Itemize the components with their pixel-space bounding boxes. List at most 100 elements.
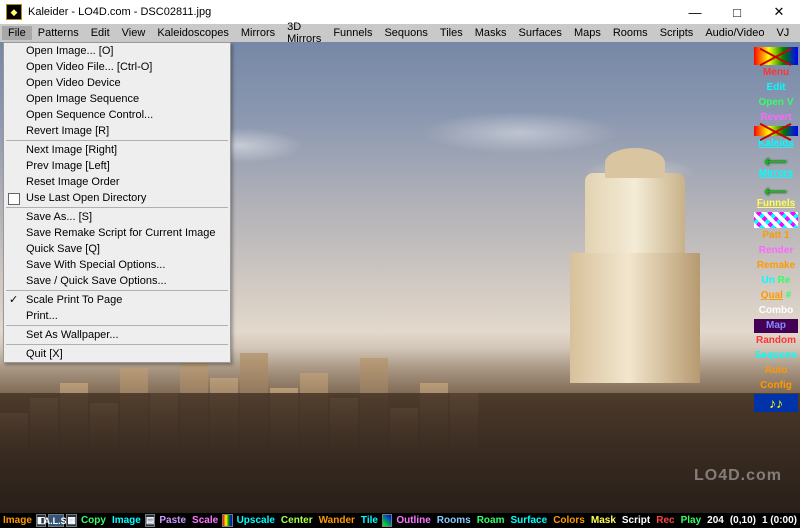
pattern-icon[interactable] bbox=[754, 212, 798, 228]
file-menu-item[interactable]: Next Image [Right] bbox=[4, 142, 230, 158]
watermark: LO4D.com bbox=[694, 467, 782, 485]
menu-separator bbox=[6, 207, 228, 208]
btm-upscale[interactable]: Upscale bbox=[234, 515, 278, 526]
window-title: Kaleider - LO4D.com - DSC02811.jpg bbox=[28, 6, 674, 18]
file-menu-item[interactable]: Open Sequence Control... bbox=[4, 107, 230, 123]
btm-play[interactable]: Play bbox=[678, 515, 705, 526]
menu-kaleidoscopes[interactable]: Kaleidoscopes bbox=[151, 26, 235, 40]
menu-separator bbox=[6, 290, 228, 291]
file-menu-item[interactable]: Use Last Open Directory bbox=[4, 190, 230, 206]
menu-bar: File Patterns Edit View Kaleidoscopes Mi… bbox=[0, 24, 800, 42]
menu-sequons[interactable]: Sequons bbox=[378, 26, 433, 40]
title-bar: Kaleider - LO4D.com - DSC02811.jpg — □ ✕ bbox=[0, 0, 800, 24]
btm-colors[interactable]: Colors bbox=[550, 515, 588, 526]
file-menu-item[interactable]: Save As... [S] bbox=[4, 209, 230, 225]
rbtn-edit[interactable]: Edit bbox=[754, 81, 798, 95]
rbtn-remake[interactable]: Remake bbox=[754, 259, 798, 273]
close-button[interactable]: ✕ bbox=[758, 0, 800, 24]
menu-separator bbox=[6, 344, 228, 345]
btm-surface[interactable]: Surface bbox=[508, 515, 551, 526]
rbtn-config[interactable]: Config bbox=[754, 379, 798, 393]
rbtn-combo[interactable]: Combo bbox=[754, 304, 798, 318]
menu-vj[interactable]: VJ bbox=[770, 26, 795, 40]
menu-funnels[interactable]: Funnels bbox=[327, 26, 378, 40]
menu-scripts[interactable]: Scripts bbox=[654, 26, 700, 40]
als-icon[interactable]: A.L.S. bbox=[48, 514, 64, 527]
btm-coords: (0,10) bbox=[727, 515, 759, 526]
rbtn-patt[interactable]: Patt 1 bbox=[754, 229, 798, 243]
rbtn-un-re[interactable]: Un Re bbox=[754, 274, 798, 288]
file-menu-item[interactable]: Quit [X] bbox=[4, 346, 230, 362]
file-menu-item[interactable]: Scale Print To Page bbox=[4, 292, 230, 308]
menu-file[interactable]: File bbox=[2, 26, 32, 40]
tool-icon[interactable]: ▤ bbox=[145, 514, 156, 527]
rainbow-icon[interactable] bbox=[222, 514, 232, 527]
close-overlay-icon[interactable] bbox=[754, 47, 798, 65]
btm-paste[interactable]: Paste bbox=[156, 515, 189, 526]
file-menu-item[interactable]: Open Image... [O] bbox=[4, 43, 230, 59]
rbtn-open-v[interactable]: Open V bbox=[754, 96, 798, 110]
file-menu-item[interactable]: Open Video File... [Ctrl-O] bbox=[4, 59, 230, 75]
rbtn-qual[interactable]: Qual # bbox=[754, 289, 798, 303]
music-icon[interactable]: ♪♪ bbox=[754, 394, 798, 412]
bottom-toolbar: Image ◧ A.L.S. ▦ Copy Image ▤ Paste Scal… bbox=[0, 513, 800, 528]
file-menu-item[interactable]: Prev Image [Left] bbox=[4, 158, 230, 174]
rbtn-menu[interactable]: Menu bbox=[754, 66, 798, 80]
file-menu-item[interactable]: Open Video Device bbox=[4, 75, 230, 91]
rbtn-render[interactable]: Render bbox=[754, 244, 798, 258]
btm-tile[interactable]: Tile bbox=[358, 515, 381, 526]
arrow-left-icon[interactable]: ⟵ bbox=[754, 182, 798, 196]
file-menu-item[interactable]: Set As Wallpaper... bbox=[4, 327, 230, 343]
menu-audio-video[interactable]: Audio/Video bbox=[699, 26, 770, 40]
btm-mask[interactable]: Mask bbox=[588, 515, 619, 526]
btm-counter: 204 bbox=[704, 515, 727, 526]
menu-rooms[interactable]: Rooms bbox=[607, 26, 654, 40]
btm-rec[interactable]: Rec bbox=[653, 515, 677, 526]
menu-patterns[interactable]: Patterns bbox=[32, 26, 85, 40]
rbtn-random[interactable]: Random bbox=[754, 334, 798, 348]
btm-roam[interactable]: Roam bbox=[474, 515, 508, 526]
menu-maps[interactable]: Maps bbox=[568, 26, 607, 40]
menu-mirrors[interactable]: Mirrors bbox=[235, 26, 281, 40]
file-menu-item[interactable]: Open Image Sequence bbox=[4, 91, 230, 107]
btm-outline[interactable]: Outline bbox=[393, 515, 433, 526]
file-menu-dropdown: Open Image... [O]Open Video File... [Ctr… bbox=[3, 42, 231, 363]
menu-surfaces[interactable]: Surfaces bbox=[513, 26, 568, 40]
app-icon bbox=[6, 4, 22, 20]
file-menu-item[interactable]: Print... bbox=[4, 308, 230, 324]
rbtn-sequons[interactable]: Sequons bbox=[754, 349, 798, 363]
menu-masks[interactable]: Masks bbox=[469, 26, 513, 40]
menu-tiles[interactable]: Tiles bbox=[434, 26, 469, 40]
file-menu-item[interactable]: Reset Image Order bbox=[4, 174, 230, 190]
menu-separator bbox=[6, 325, 228, 326]
btm-rooms[interactable]: Rooms bbox=[434, 515, 474, 526]
file-menu-item[interactable]: Save With Special Options... bbox=[4, 257, 230, 273]
rbtn-funnels[interactable]: Funnels bbox=[754, 197, 798, 211]
menu-separator bbox=[6, 140, 228, 141]
tile-icon[interactable] bbox=[382, 514, 392, 527]
file-menu-item[interactable]: Save / Quick Save Options... bbox=[4, 273, 230, 289]
file-menu-item[interactable]: Revert Image [R] bbox=[4, 123, 230, 139]
btm-center[interactable]: Center bbox=[278, 515, 316, 526]
rbtn-mirrors[interactable]: Mirrors bbox=[754, 167, 798, 181]
maximize-button[interactable]: □ bbox=[716, 0, 758, 24]
menu-edit[interactable]: Edit bbox=[85, 26, 116, 40]
btm-image2[interactable]: Image bbox=[109, 515, 144, 526]
btm-script[interactable]: Script bbox=[619, 515, 653, 526]
btm-wander[interactable]: Wander bbox=[316, 515, 358, 526]
building-tower bbox=[560, 163, 710, 383]
menu-view[interactable]: View bbox=[116, 26, 152, 40]
minimize-button[interactable]: — bbox=[674, 0, 716, 24]
btm-time: 1 (0:00) bbox=[759, 515, 800, 526]
btm-image[interactable]: Image bbox=[0, 515, 35, 526]
separator-icon bbox=[754, 126, 798, 136]
file-menu-item[interactable]: Quick Save [Q] bbox=[4, 241, 230, 257]
file-menu-item[interactable]: Save Remake Script for Current Image bbox=[4, 225, 230, 241]
rbtn-map[interactable]: Map bbox=[754, 319, 798, 333]
arrow-left-icon[interactable]: ⟵ bbox=[754, 152, 798, 166]
right-toolbar: Menu Edit Open V Revert Kaleids ⟵ Mirror… bbox=[754, 47, 798, 412]
btm-scale[interactable]: Scale bbox=[189, 515, 221, 526]
btm-copy[interactable]: Copy bbox=[78, 515, 109, 526]
rbtn-auto[interactable]: Auto bbox=[754, 364, 798, 378]
tool-icon[interactable]: ▦ bbox=[66, 514, 77, 527]
